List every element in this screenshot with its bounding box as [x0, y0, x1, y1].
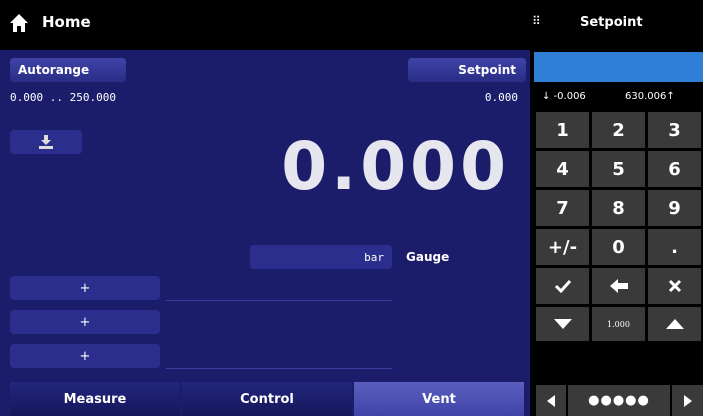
key-decimal[interactable]: . — [648, 229, 701, 265]
tab-vent[interactable]: Vent — [354, 382, 524, 416]
download-icon — [39, 135, 53, 149]
next-page-button[interactable] — [672, 385, 703, 416]
key-0[interactable]: 0 — [592, 229, 645, 265]
add-window-button-2[interactable]: + — [10, 310, 160, 334]
keypad-title: Setpoint — [580, 15, 643, 30]
tab-control[interactable]: Control — [182, 382, 352, 416]
divider — [166, 368, 392, 369]
key-9[interactable]: 9 — [648, 190, 701, 226]
cancel-button[interactable] — [648, 268, 701, 304]
keypad-max: 630.006↑ — [625, 91, 675, 102]
keypad-min: ↓ -0.006 — [542, 91, 586, 102]
page-title: Home — [42, 13, 91, 31]
triangle-right-icon — [683, 394, 692, 407]
key-1[interactable]: 1 — [536, 112, 589, 148]
tare-button[interactable] — [10, 130, 82, 154]
keypad-entry-field[interactable] — [534, 52, 703, 82]
add-window-button-3[interactable]: + — [10, 344, 160, 368]
decrement-button[interactable] — [536, 307, 589, 341]
increment-button[interactable] — [648, 307, 701, 341]
key-4[interactable]: 4 — [536, 151, 589, 187]
setpoint-value: 0.000 — [484, 91, 518, 104]
step-value-label: 1.000 — [607, 319, 630, 329]
prev-page-button[interactable] — [536, 385, 566, 416]
check-icon — [554, 279, 571, 293]
confirm-button[interactable] — [536, 268, 589, 304]
drag-handle-icon[interactable]: ⠿ — [532, 14, 552, 30]
mode-label: Gauge — [406, 250, 450, 264]
setpoint-button[interactable]: Setpoint — [408, 58, 526, 82]
key-plus-minus[interactable]: +/- — [536, 229, 589, 265]
triangle-down-icon — [553, 319, 572, 329]
divider — [166, 300, 392, 301]
units-button[interactable]: bar — [250, 245, 392, 269]
key-6[interactable]: 6 — [648, 151, 701, 187]
tab-measure[interactable]: Measure — [10, 382, 180, 416]
autorange-button[interactable]: Autorange — [10, 58, 126, 82]
left-arrow-icon — [609, 279, 628, 293]
key-3[interactable]: 3 — [648, 112, 701, 148]
range-text: 0.000 .. 250.000 — [10, 91, 116, 104]
home-icon[interactable] — [8, 12, 30, 34]
triangle-left-icon — [547, 394, 555, 407]
close-icon — [668, 279, 681, 293]
triangle-up-icon — [665, 319, 684, 329]
add-window-button-1[interactable]: + — [10, 276, 160, 300]
main-reading: 0.000 — [281, 128, 510, 205]
key-8[interactable]: 8 — [592, 190, 645, 226]
backspace-button[interactable] — [592, 268, 645, 304]
key-2[interactable]: 2 — [592, 112, 645, 148]
step-value[interactable]: 1.000 — [592, 307, 645, 341]
key-5[interactable]: 5 — [592, 151, 645, 187]
key-7[interactable]: 7 — [536, 190, 589, 226]
page-indicator: ●●●●● — [568, 385, 670, 416]
